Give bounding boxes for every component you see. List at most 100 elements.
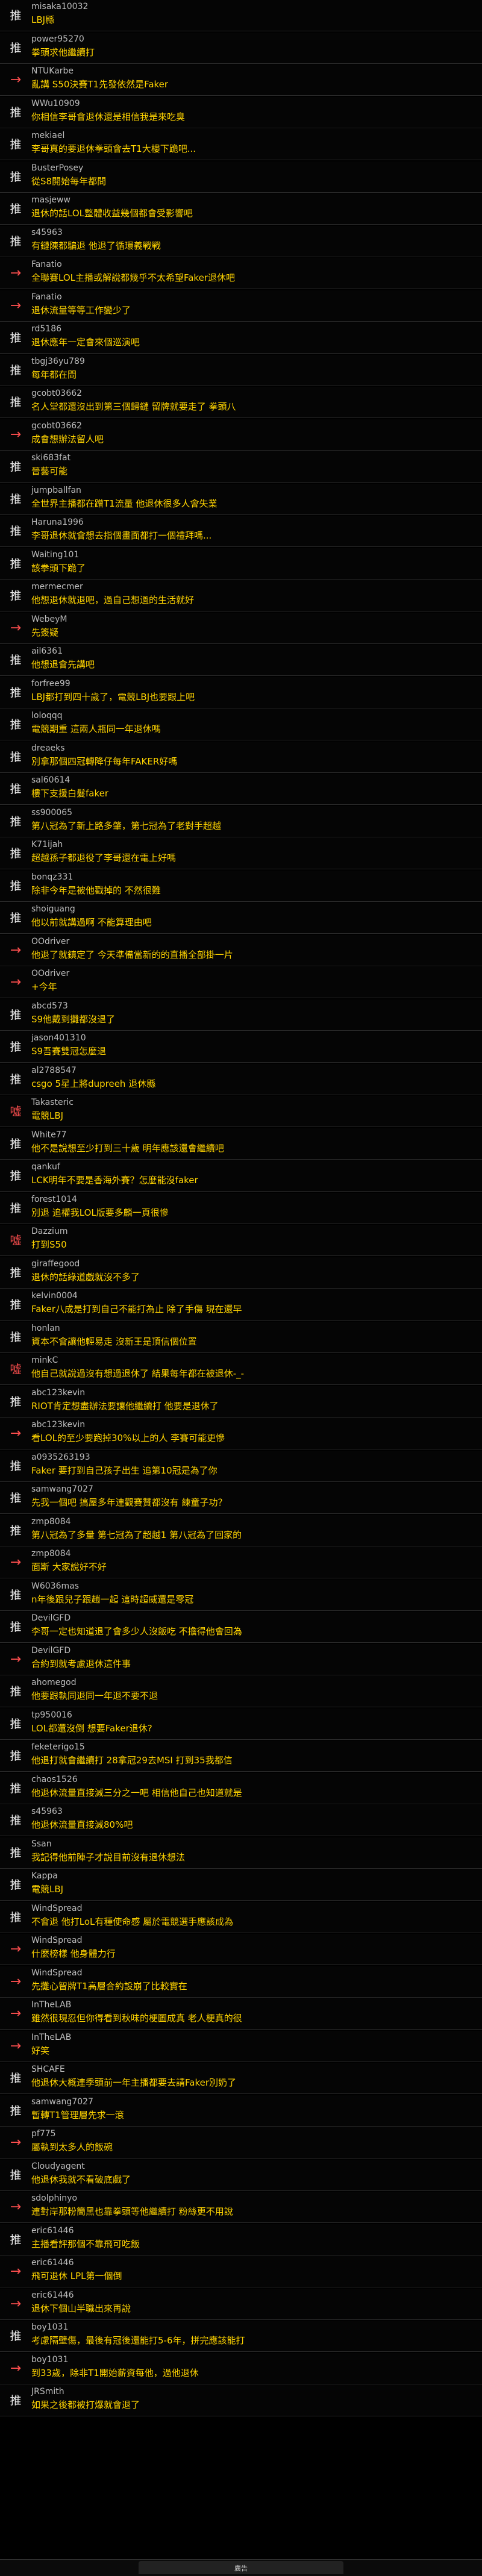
comment-username[interactable]: samwang7027 [31,1484,93,1494]
comment-tag: 推 [10,718,22,731]
comment-username[interactable]: NTUKarbe [31,66,74,76]
comment-username[interactable]: jumpballfan [31,486,81,495]
comment-username[interactable]: s45963 [31,228,63,237]
comment-row: → InTheLAB 好笑 [0,2031,482,2062]
comment-text: 他自己就說過沒有想過退休了 結果每年都在被退休-_- [31,1368,245,1379]
comment-text: 第八冠為了新上路多肇，第七冠為了老對手超越 [31,821,222,831]
comment-username[interactable]: WebeyM [31,614,67,624]
comment-tag: 推 [10,1073,22,1086]
comment-username[interactable]: eric61446 [31,2226,74,2236]
comment-tag: 推 [10,138,22,151]
comment-username[interactable]: shoiguang [31,904,75,914]
comment-username[interactable]: misaka10032 [31,2,88,11]
comment-username[interactable]: feketerigo15 [31,1742,85,1752]
comment-username[interactable]: pf775 [31,2129,56,2139]
comment-row: → WindSpread 先攤心智牌T1高層合約設崩了比較實在 [0,1966,482,1998]
comment-text: 別退 追權我LOL版要多麟一頁很慘 [31,1207,169,1218]
comment-username[interactable]: Fanatio [31,260,62,269]
comment-username[interactable]: giraffegood [31,1259,80,1269]
comment-username[interactable]: SHCAFE [31,2065,65,2074]
comment-username[interactable]: mermecmer [31,582,83,592]
comment-tag: 推 [10,235,22,248]
ad-banner[interactable]: 廣告 [139,2561,343,2574]
comment-username[interactable]: bonqz331 [31,872,73,882]
comment-username[interactable]: forfree99 [31,679,70,689]
comment-username[interactable]: qankuf [31,1162,60,1172]
comment-username[interactable]: kelvin0004 [31,1291,78,1301]
comment-username[interactable]: chaos1526 [31,1775,78,1784]
comment-username[interactable]: honlan [31,1324,60,1333]
comment-username[interactable]: Waiting101 [31,550,79,560]
comment-row: 推 zmp8084 第八冠為了多量 第七冠為了超越1 第八冠為了回家的 [0,1515,482,1546]
comment-username[interactable]: Takasteric [31,1098,74,1107]
comment-username[interactable]: DevilGFD [31,1646,70,1655]
comment-username[interactable]: K71ijah [31,840,63,849]
comment-username[interactable]: Fanatio [31,292,62,302]
comment-username[interactable]: dreaeks [31,743,65,753]
comment-username[interactable]: masjeww [31,195,70,205]
comment-username[interactable]: tp950016 [31,1710,72,1720]
comment-text: 名人堂都還沒出到第三個歸鏈 留牌就要走了 拳頭八 [31,401,236,412]
comment-username[interactable]: White77 [31,1130,67,1140]
comment-text: +今年 [31,981,57,992]
comment-row: 推 gcobt03662 名人堂都還沒出到第三個歸鏈 留牌就要走了 拳頭八 [0,387,482,418]
comment-username[interactable]: gcobt03662 [31,389,82,398]
comment-username[interactable]: gcobt03662 [31,421,82,431]
comment-username[interactable]: abcd573 [31,1001,68,1011]
comment-username[interactable]: Kappa [31,1871,58,1881]
comment-username[interactable]: ahomegod [31,1678,77,1687]
comment-username[interactable]: a0935263193 [31,1452,90,1462]
comment-username[interactable]: OOdriver [31,937,69,946]
comment-text: 退休下個山半職出來再說 [31,2303,131,2314]
comment-username[interactable]: Ssan [31,1839,52,1849]
comment-username[interactable]: WindSpread [31,1936,83,1945]
comment-username[interactable]: minkC [31,1355,58,1365]
comment-text: 先攤心智牌T1高層合約設崩了比較實在 [31,1981,187,1992]
comment-username[interactable]: InTheLAB [31,2033,71,2042]
comment-username[interactable]: JRSmith [31,2387,64,2396]
comment-username[interactable]: InTheLAB [31,2000,71,2010]
comment-username[interactable]: DevilGFD [31,1613,70,1623]
comment-username[interactable]: rd5186 [31,324,61,334]
comment-username[interactable]: power95270 [31,34,84,44]
comment-username[interactable]: OOdriver [31,969,69,978]
comment-username[interactable]: ski683fat [31,453,70,463]
comment-username[interactable]: BusterPosey [31,163,83,173]
comment-username[interactable]: Dazzium [31,1227,67,1236]
comment-username[interactable]: zmp8084 [31,1517,71,1527]
comment-row: 推 qankuf LCK明年不要是香海外賽？怎麼能沒faker [0,1160,482,1192]
comment-username[interactable]: ail6361 [31,646,63,656]
comment-username[interactable]: s45963 [31,1807,63,1816]
comment-username[interactable]: jason401310 [31,1033,86,1043]
comment-username[interactable]: W6036mas [31,1581,79,1591]
comment-text: Faker八成是打到自己不能打為止 除了手傷 現在還早 [31,1304,242,1315]
comment-username[interactable]: al2788547 [31,1066,77,1075]
comment-username[interactable]: WWu10909 [31,99,80,108]
comment-text: 屬執到太多人的飯碗 [31,2142,113,2152]
comment-username[interactable]: zmp8084 [31,1549,71,1558]
comment-username[interactable]: sdolphinyo [31,2193,77,2203]
comment-username[interactable]: Cloudyagent [31,2162,85,2171]
comment-tag: 推 [10,202,22,216]
comment-username[interactable]: mekiael [31,131,64,140]
comment-username[interactable]: eric61446 [31,2290,74,2300]
comment-username[interactable]: abc123kevin [31,1420,85,1430]
comment-tag: 推 [10,1814,22,1827]
comment-tag: 推 [10,364,22,377]
comment-username[interactable]: abc123kevin [31,1388,85,1398]
comment-username[interactable]: sal60614 [31,775,70,785]
comment-username[interactable]: WindSpread [31,1904,83,1913]
comment-username[interactable]: samwang7027 [31,2097,93,2107]
comment-username[interactable]: boy1031 [31,2355,68,2365]
comment-username[interactable]: eric61446 [31,2258,74,2268]
comment-username[interactable]: loloqqq [31,711,63,721]
comment-username[interactable]: boy1031 [31,2322,68,2332]
comment-text: 電競期重 這兩人瓶同一年退休嗎 [31,724,161,734]
comment-username[interactable]: WindSpread [31,1968,83,1978]
comment-username[interactable]: Haruna1996 [31,517,84,527]
comment-username[interactable]: forest1014 [31,1195,77,1204]
comment-tag: → [10,298,22,313]
comment-username[interactable]: tbgj36yu789 [31,357,85,366]
comment-text: 如果之後都被打爆就會退了 [31,2399,140,2410]
comment-username[interactable]: ss900065 [31,808,72,818]
